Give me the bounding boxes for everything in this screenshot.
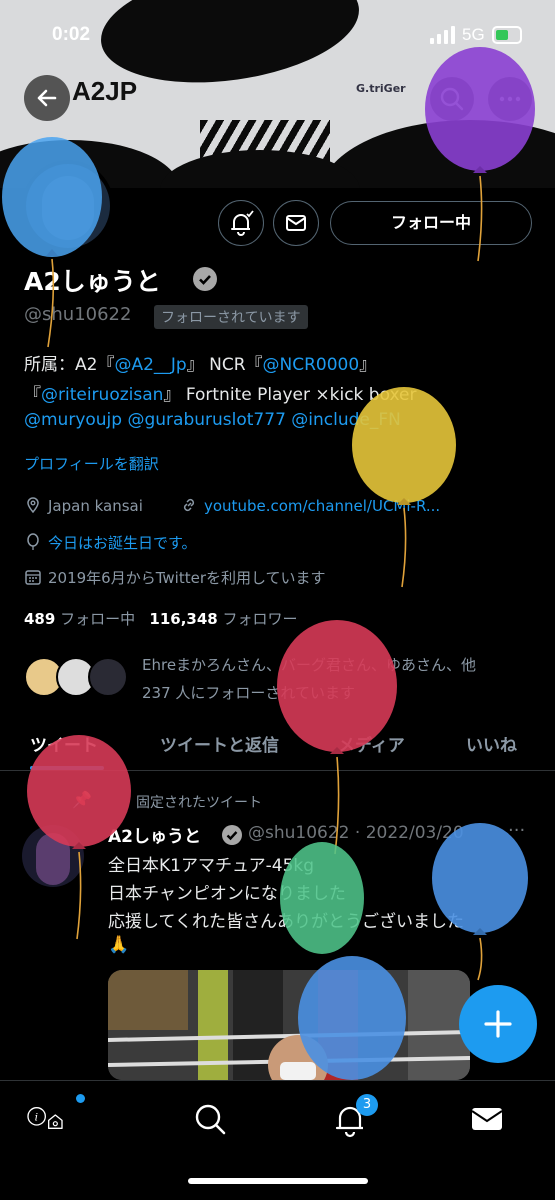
bio-mention-link[interactable]: @muryoujp: [24, 410, 122, 430]
battery-icon: [492, 26, 522, 44]
following-count-link[interactable]: 489 フォロー中: [24, 610, 135, 628]
location: Japan kansai: [24, 496, 143, 515]
balloon-icon: [277, 620, 397, 855]
messages-icon[interactable]: [467, 1099, 507, 1139]
bio-line: 『@riteiruozisan』 Fortnite Player ×kick b…: [24, 385, 417, 405]
svg-text:i: i: [35, 1110, 38, 1123]
home-indicator: [188, 1178, 368, 1184]
location-icon: [27, 497, 39, 514]
balloon-icon: [27, 533, 39, 550]
back-arrow-icon: [37, 89, 57, 107]
follows-you-badge: フォローされています: [154, 305, 308, 329]
message-button[interactable]: [273, 200, 319, 246]
bio-mention-link[interactable]: @NCR0000: [263, 355, 360, 375]
translate-profile-link[interactable]: プロフィールを翻訳: [24, 453, 159, 474]
network-type: 5G: [462, 25, 485, 44]
birthday: 今日はお誕生日です。: [24, 532, 197, 553]
search-icon[interactable]: [190, 1099, 230, 1139]
banner-logo: A2JP: [72, 76, 138, 106]
notify-button[interactable]: [218, 200, 264, 246]
mail-icon: [286, 215, 306, 231]
link-icon: [183, 498, 195, 512]
balloon-icon: [432, 823, 528, 981]
bio-mention-link[interactable]: @guraburuslot777: [127, 410, 285, 430]
bio-line: @muryoujp @guraburuslot777 @include_FN: [24, 410, 544, 430]
balloon-icon: [425, 47, 535, 262]
verified-icon: [193, 267, 217, 291]
balloon-icon: [298, 956, 406, 1080]
bell-icon: [231, 210, 254, 236]
home-unread-dot: [76, 1094, 85, 1103]
balloon-icon: [2, 137, 102, 348]
pinned-label: 固定されたツイート: [136, 795, 262, 811]
tab-likes[interactable]: いいね: [466, 731, 517, 756]
plus-icon: [484, 1010, 512, 1038]
bio-line: 所属：A2『@A2__Jp』 NCR『@NCR0000』: [24, 355, 377, 375]
signal-icon: [430, 26, 455, 44]
balloon-icon: [27, 735, 131, 940]
bio-mention-link[interactable]: @A2__Jp: [114, 355, 186, 375]
compose-tweet-button[interactable]: [459, 985, 537, 1063]
bio-mention-link[interactable]: @riteiruozisan: [41, 385, 163, 405]
home-icon[interactable]: i: [26, 1099, 66, 1139]
status-time: 0:02: [52, 24, 91, 45]
mutual-avatar: [88, 657, 128, 697]
banner-sponsor: G.triGer: [356, 82, 406, 95]
tab-tweets-replies[interactable]: ツイートと返信: [160, 731, 279, 756]
banner-stripes: [200, 120, 330, 180]
verified-icon: [222, 825, 242, 845]
tweet-media-image[interactable]: [108, 970, 470, 1080]
back-button[interactable]: [24, 75, 70, 121]
notification-badge: 3: [356, 1094, 378, 1116]
balloon-icon: [352, 387, 456, 588]
calendar-icon: [25, 570, 41, 585]
joined-date: 2019年6月からTwitterを利用しています: [24, 567, 326, 588]
follow-stats: 489 フォロー中 116,348 フォロワー: [24, 608, 298, 629]
